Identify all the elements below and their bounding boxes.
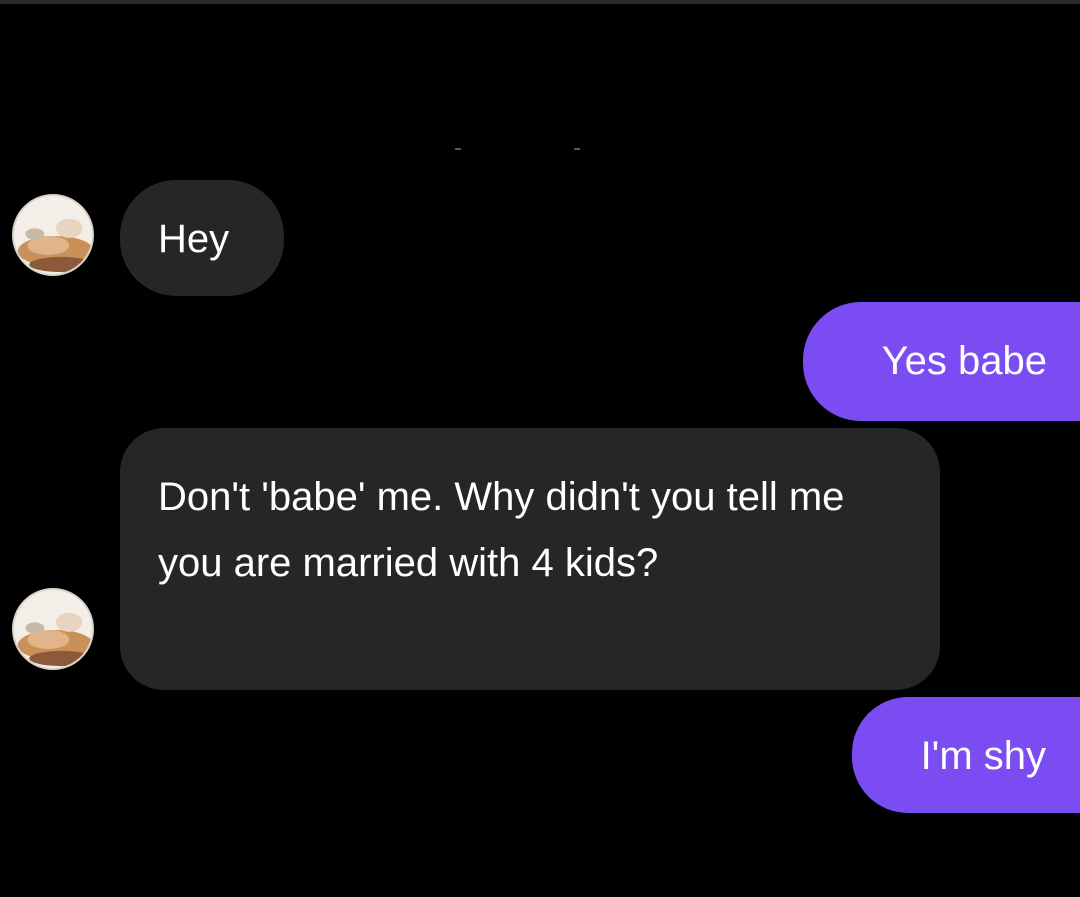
- message-bubble-outgoing[interactable]: Yes babe: [803, 302, 1080, 421]
- message-text: Don't 'babe' me. Why didn't you tell me …: [158, 475, 845, 585]
- contact-avatar-icon[interactable]: [12, 194, 94, 276]
- message-bubble-incoming[interactable]: Don't 'babe' me. Why didn't you tell me …: [120, 428, 940, 690]
- message-bubble-outgoing[interactable]: I'm shy: [852, 697, 1080, 813]
- chat-screen: Hey Yes babe Don't 'babe' me. Why didn't…: [0, 0, 1080, 897]
- message-text: Yes babe: [881, 339, 1047, 383]
- message-text: I'm shy: [920, 734, 1046, 778]
- status-dot: [455, 148, 461, 150]
- status-dot: [574, 148, 580, 150]
- contact-avatar-icon[interactable]: [12, 588, 94, 670]
- message-bubble-incoming[interactable]: Hey: [120, 180, 284, 296]
- top-divider: [0, 0, 1080, 4]
- message-text: Hey: [158, 217, 230, 261]
